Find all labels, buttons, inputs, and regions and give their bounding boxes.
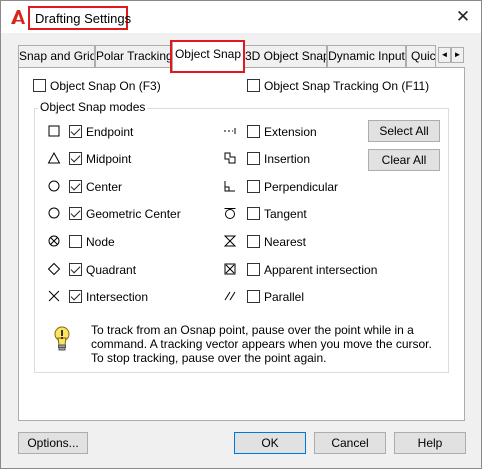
checkbox-label: Parallel (264, 290, 305, 304)
parallel-marker-icon (224, 291, 236, 301)
checkbox-box[interactable] (69, 235, 82, 248)
checkbox-box[interactable] (247, 125, 260, 138)
checkbox-label: Object Snap Tracking On (F11) (264, 79, 430, 93)
checkbox-label: Apparent intersection (264, 263, 378, 277)
options-button[interactable]: Options... (18, 432, 88, 454)
cancel-button[interactable]: Cancel (314, 432, 386, 454)
checkbox-label: Nearest (264, 235, 307, 249)
perpendicular-marker-icon (224, 181, 235, 192)
checkbox-box[interactable] (69, 207, 82, 220)
autocad-logo-icon (11, 10, 25, 24)
select-all-button[interactable]: Select All (368, 120, 440, 142)
checkbox-label: Node (86, 235, 115, 249)
checkbox-label: Tangent (264, 207, 307, 221)
checkbox-label: Intersection (86, 290, 149, 304)
checkbox-label: Endpoint (86, 125, 134, 139)
ok-button[interactable]: OK (234, 432, 306, 454)
circle-marker-icon (48, 180, 60, 192)
object-snap-panel: Object Snap On (F3) Object Snap Tracking… (18, 67, 465, 421)
extension-marker-icon (224, 128, 236, 134)
checkbox-box[interactable] (247, 79, 260, 92)
checkbox-box[interactable] (69, 263, 82, 276)
x-marker-icon (48, 290, 60, 302)
checkbox-box[interactable] (247, 263, 260, 276)
tab-highlight (170, 40, 245, 73)
checkbox-box[interactable] (247, 152, 260, 165)
square-marker-icon (48, 125, 60, 137)
tab-snap-and-grid[interactable]: Snap and Grid (18, 45, 95, 67)
checkbox-label: Perpendicular (264, 180, 339, 194)
nearest-marker-icon (223, 235, 237, 247)
checkbox-label: Center (86, 180, 123, 194)
tab-dynamic-input[interactable]: Dynamic Input (327, 45, 406, 67)
group-title: Object Snap modes (38, 100, 148, 114)
info-line: To stop tracking, pause over the point a… (91, 351, 327, 365)
circle-marker-icon (48, 207, 60, 219)
checkbox-box[interactable] (69, 125, 82, 138)
checkbox-box[interactable] (247, 235, 260, 248)
checkbox-label: Quadrant (86, 263, 137, 277)
info-line: command. A tracking vector appears when … (91, 337, 432, 351)
title-bar: Drafting Settings ✕ (1, 1, 481, 33)
checkbox-label: Midpoint (86, 152, 132, 166)
checkbox-box[interactable] (247, 207, 260, 220)
apparent-intersection-marker-icon (224, 263, 236, 275)
checkbox-box[interactable] (69, 180, 82, 193)
info-line: To track from an Osnap point, pause over… (91, 323, 414, 337)
tab-polar-tracking[interactable]: Polar Tracking (95, 45, 172, 67)
lightbulb-icon (54, 326, 70, 351)
node-marker-icon (48, 235, 60, 247)
tab-3d-object-snap[interactable]: 3D Object Snap (244, 45, 327, 67)
checkbox-box[interactable] (247, 180, 260, 193)
diamond-marker-icon (47, 262, 61, 276)
window-title: Drafting Settings (35, 11, 132, 26)
checkbox-box[interactable] (69, 152, 82, 165)
tab-scroll-left-icon[interactable]: ◄ (438, 47, 451, 63)
checkbox-box[interactable] (33, 79, 46, 92)
triangle-marker-icon (47, 151, 61, 164)
tracking-info-text: To track from an Osnap point, pause over… (91, 323, 432, 365)
help-button[interactable]: Help (394, 432, 466, 454)
tab-scroll-right-icon[interactable]: ► (451, 47, 464, 63)
checkbox-box[interactable] (247, 290, 260, 303)
insertion-marker-icon (224, 152, 236, 164)
tab-quick-properties[interactable]: Quic (406, 45, 436, 67)
checkbox-label: Insertion (264, 152, 311, 166)
drafting-settings-dialog: Drafting Settings ✕ Snap and Grid Polar … (0, 0, 482, 469)
close-icon[interactable]: ✕ (453, 7, 473, 27)
checkbox-label: Extension (264, 125, 317, 139)
checkbox-box[interactable] (69, 290, 82, 303)
checkbox-label: Object Snap On (F3) (50, 79, 161, 93)
checkbox-label: Geometric Center (86, 207, 181, 221)
tangent-marker-icon (224, 208, 236, 219)
clear-all-button[interactable]: Clear All (368, 149, 440, 171)
